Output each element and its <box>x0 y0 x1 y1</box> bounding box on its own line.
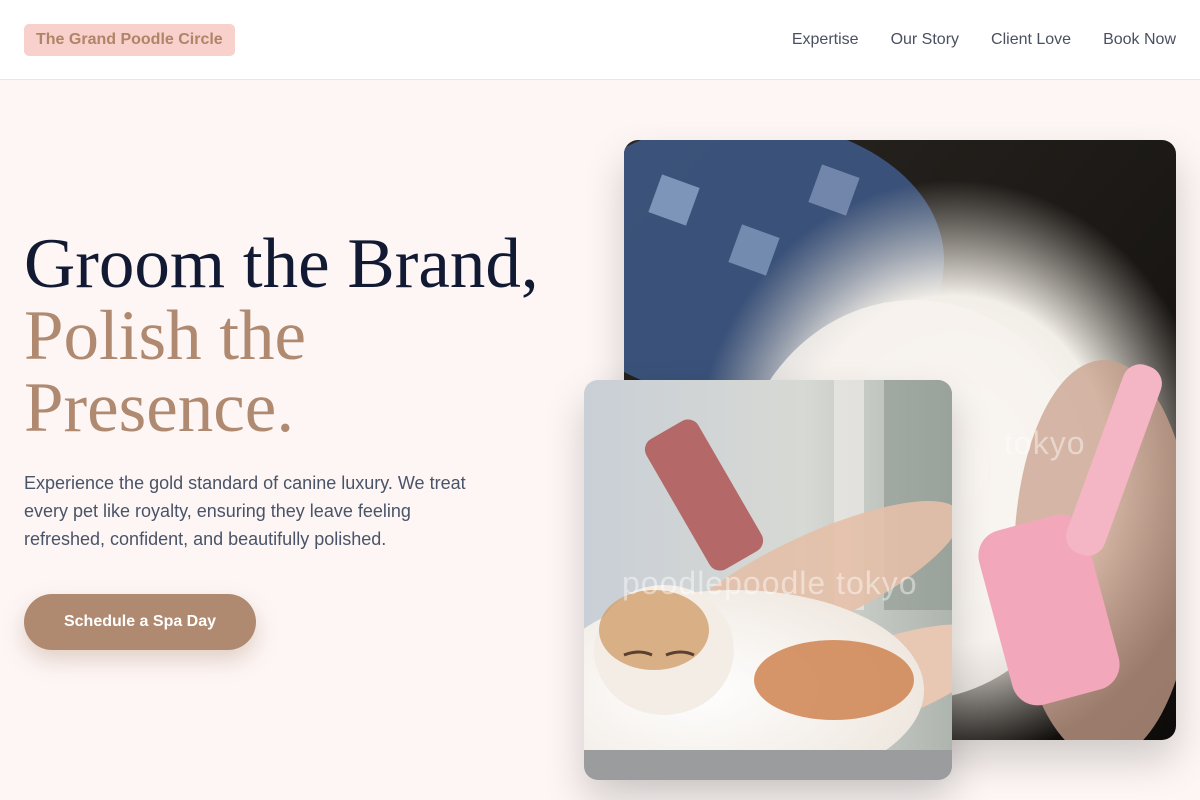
main-nav: Expertise Our Story Client Love Book Now <box>760 29 1176 51</box>
small-photo-watermark: poodlepoodle tokyo <box>622 565 918 601</box>
site-header: The Grand Poodle Circle Expertise Our St… <box>0 0 1200 80</box>
schedule-spa-day-button[interactable]: Schedule a Spa Day <box>24 594 256 650</box>
nav-link-our-story[interactable]: Our Story <box>891 29 959 51</box>
hero-headline: Groom the Brand, Polish the Presence. <box>24 228 584 444</box>
hero-photo-clipping: poodlepoodle tokyo <box>584 380 952 780</box>
nav-link-expertise[interactable]: Expertise <box>792 29 859 51</box>
hero-description: Experience the gold standard of canine l… <box>24 473 466 549</box>
nav-link-client-love[interactable]: Client Love <box>991 29 1071 51</box>
hero-headline-line-2: Polish the Presence. <box>24 297 307 447</box>
hero-headline-line-1: Groom the Brand, <box>24 225 539 303</box>
main-photo-watermark: tokyo <box>1004 425 1086 461</box>
brand-logo[interactable]: The Grand Poodle Circle <box>24 24 235 56</box>
nav-link-book-now[interactable]: Book Now <box>1103 29 1176 51</box>
